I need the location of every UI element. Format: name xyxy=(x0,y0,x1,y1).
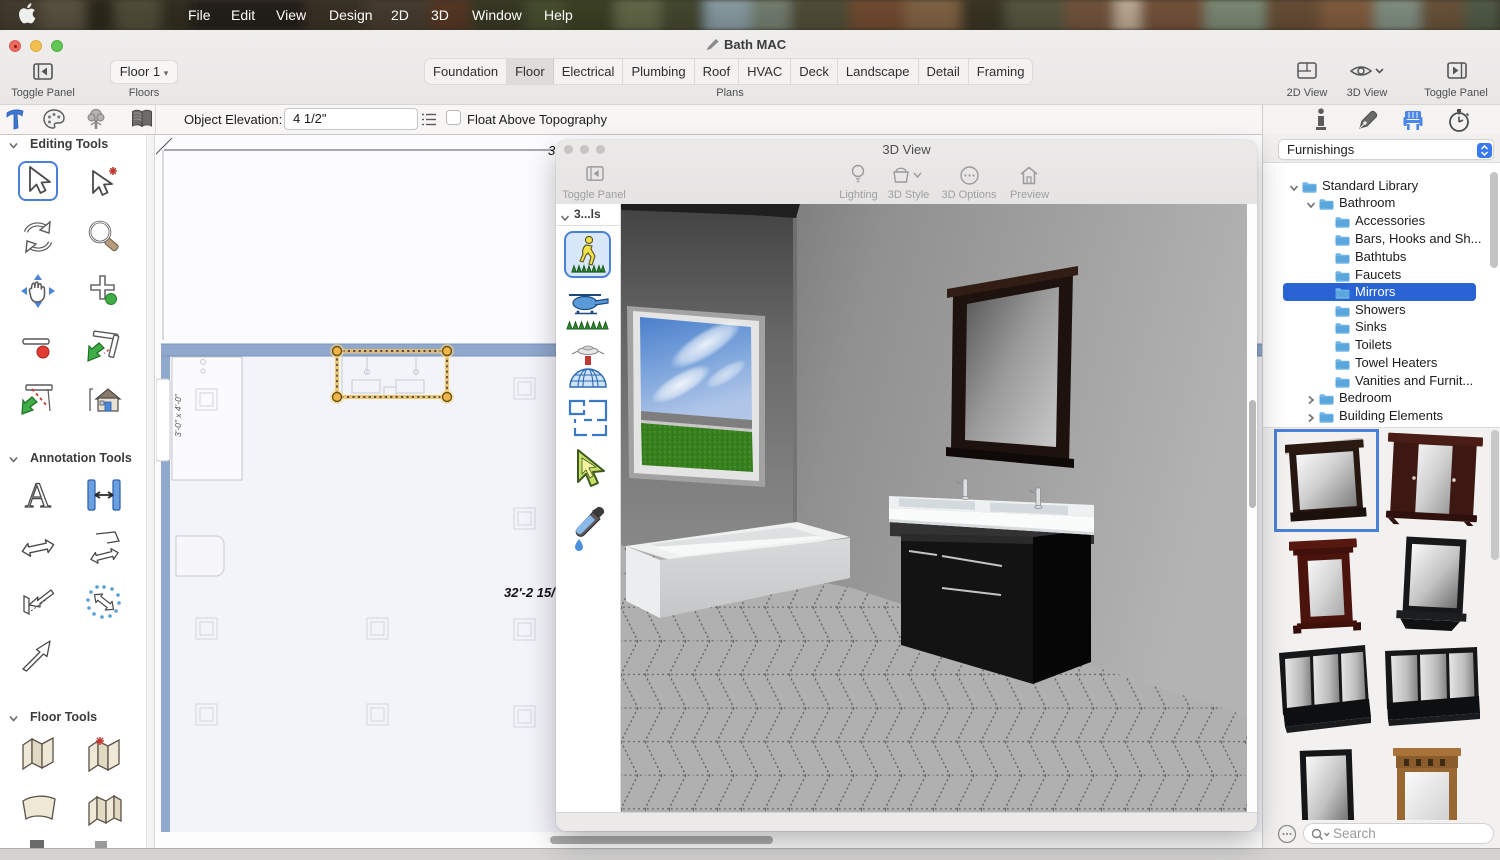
svg-text:3'-0" x 4'-0": 3'-0" x 4'-0" xyxy=(173,393,183,437)
svg-text:3: 3 xyxy=(548,143,556,158)
svg-text:32'-2 15/: 32'-2 15/ xyxy=(504,585,556,600)
svg-text:A: A xyxy=(25,476,51,514)
